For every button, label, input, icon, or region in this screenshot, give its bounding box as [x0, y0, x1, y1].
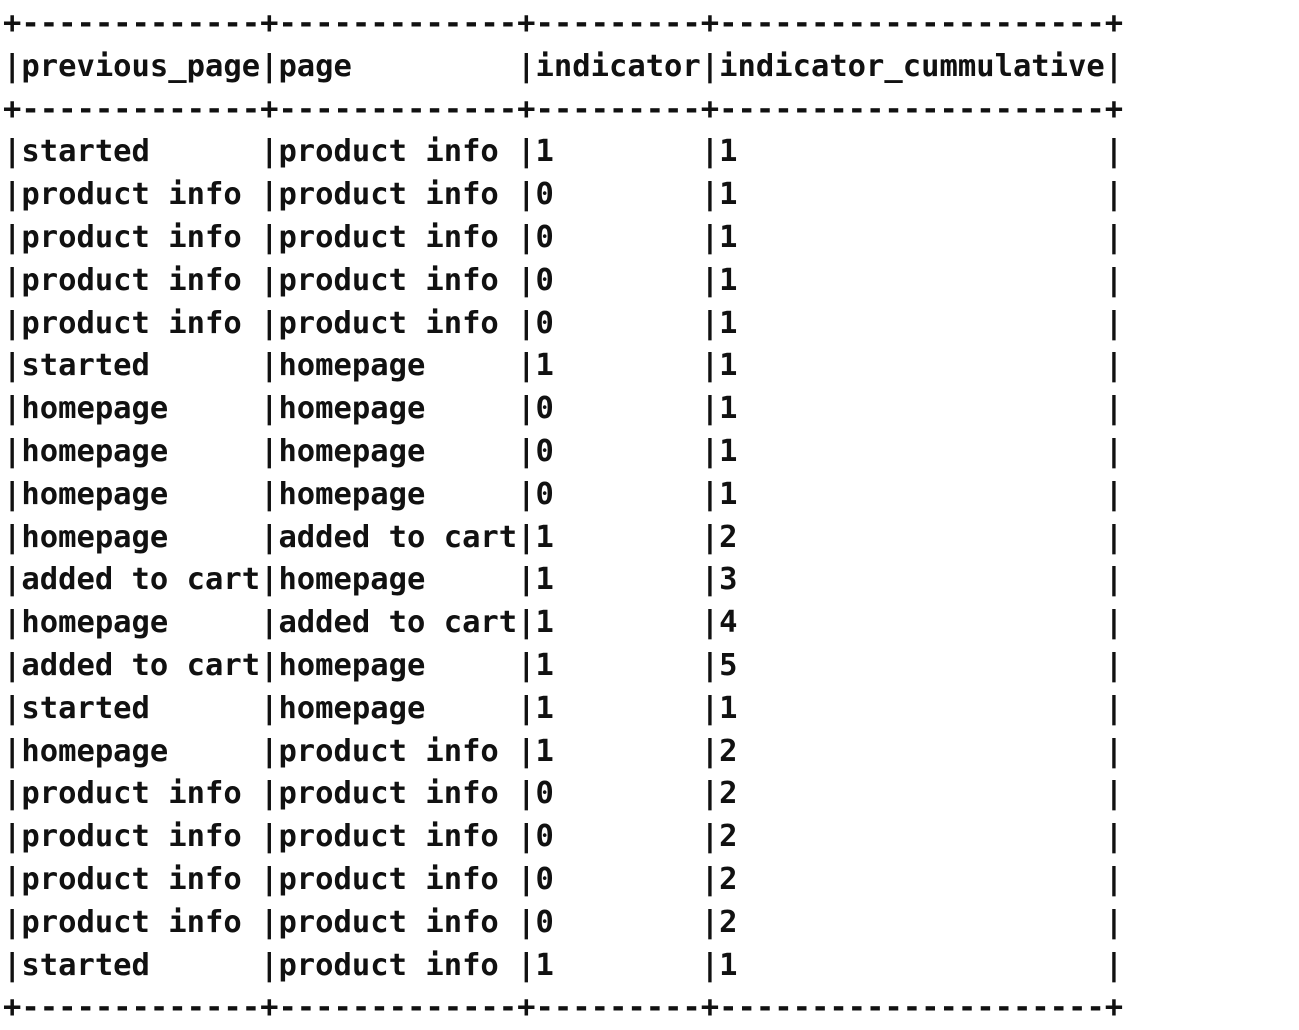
table-row: |product info |product info |0 |1 |	[3, 219, 1124, 255]
table-row: |homepage |homepage |0 |1 |	[3, 391, 1124, 427]
table-row: |homepage |homepage |0 |1 |	[3, 476, 1124, 512]
table-row: |product info |product info |0 |2 |	[3, 776, 1124, 812]
table-row: |added to cart|homepage |1 |5 |	[3, 647, 1124, 683]
table-row: |product info |product info |0 |2 |	[3, 904, 1124, 940]
table-border-rule: +-------------+-------------+---------+-…	[3, 990, 1124, 1026]
table-row: |product info |product info |0 |1 |	[3, 305, 1124, 341]
table-row: |product info |product info |0 |1 |	[3, 177, 1124, 213]
table-row: |homepage |product info |1 |2 |	[3, 733, 1124, 769]
table-border-rule: +-------------+-------------+---------+-…	[3, 91, 1124, 127]
table-row: |product info |product info |0 |2 |	[3, 819, 1124, 855]
table-header-row: |previous_page|page |indicator|indicator…	[3, 48, 1124, 84]
table-row: |started |product info |1 |1 |	[3, 134, 1124, 170]
table-row: |homepage |added to cart|1 |4 |	[3, 605, 1124, 641]
dataframe-text-output: +-------------+-------------+---------+-…	[0, 0, 1299, 1030]
table-row: |added to cart|homepage |1 |3 |	[3, 562, 1124, 598]
table-row: |product info |product info |0 |1 |	[3, 262, 1124, 298]
table-row: |homepage |added to cart|1 |2 |	[3, 519, 1124, 555]
table-border-rule: +-------------+-------------+---------+-…	[3, 6, 1124, 41]
table-row: |started |product info |1 |1 |	[3, 947, 1124, 983]
table-row: |started |homepage |1 |1 |	[3, 348, 1124, 384]
table-row: |homepage |homepage |0 |1 |	[3, 433, 1124, 469]
table-row: |product info |product info |0 |2 |	[3, 861, 1124, 897]
table-row: |started |homepage |1 |1 |	[3, 690, 1124, 726]
